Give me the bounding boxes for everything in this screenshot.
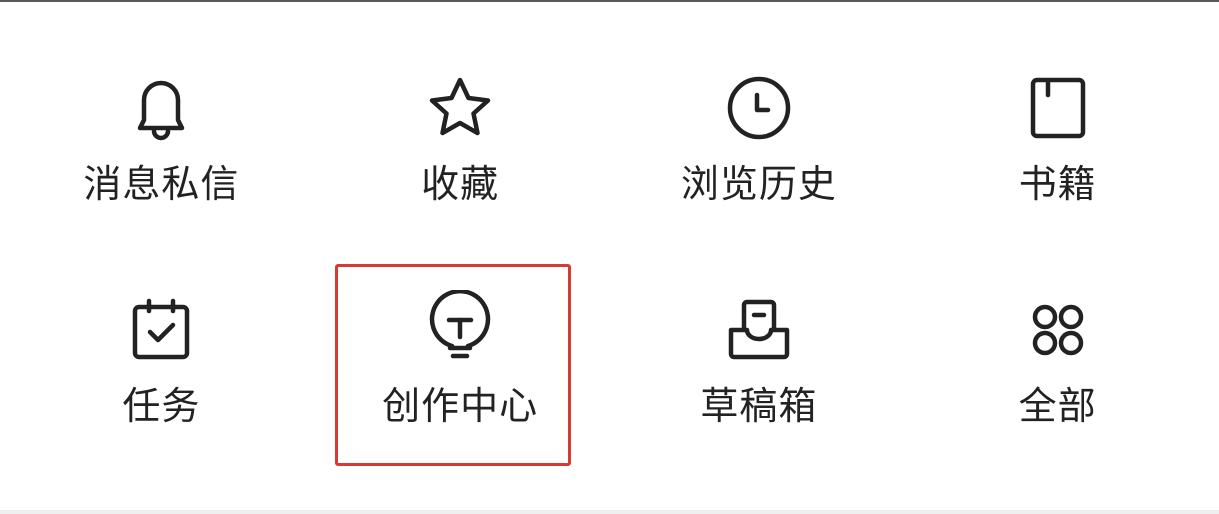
book-icon xyxy=(1018,68,1098,148)
menu-item-label: 书籍 xyxy=(1018,162,1097,206)
menu-item-label: 草稿箱 xyxy=(700,384,818,428)
menu-item-all[interactable]: 全部 xyxy=(908,262,1207,484)
menu-item-label: 浏览历史 xyxy=(680,162,837,206)
menu-item-creator-center[interactable]: 创作中心 xyxy=(311,262,610,484)
menu-item-books[interactable]: 书籍 xyxy=(908,40,1207,262)
menu-item-favorites[interactable]: 收藏 xyxy=(311,40,610,262)
menu-item-messages[interactable]: 消息私信 xyxy=(12,40,311,262)
top-divider xyxy=(0,0,1219,2)
menu-grid: 消息私信 收藏 浏览历史 书籍 任务 创作中心 草稿箱 全部 xyxy=(12,40,1207,484)
menu-item-label: 全部 xyxy=(1018,384,1097,428)
bottom-divider xyxy=(0,510,1219,514)
grid-circles-icon xyxy=(1018,290,1098,370)
menu-item-label: 收藏 xyxy=(421,162,500,206)
menu-item-label: 创作中心 xyxy=(382,384,539,428)
menu-item-label: 消息私信 xyxy=(83,162,240,206)
inbox-icon xyxy=(719,290,799,370)
menu-panel: 消息私信 收藏 浏览历史 书籍 任务 创作中心 草稿箱 全部 xyxy=(0,0,1219,514)
menu-item-tasks[interactable]: 任务 xyxy=(12,262,311,484)
menu-item-drafts[interactable]: 草稿箱 xyxy=(610,262,909,484)
menu-item-history[interactable]: 浏览历史 xyxy=(610,40,909,262)
calendar-check-icon xyxy=(121,290,201,370)
lightbulb-icon xyxy=(420,290,500,370)
clock-icon xyxy=(719,68,799,148)
menu-item-label: 任务 xyxy=(122,384,201,428)
star-icon xyxy=(420,68,500,148)
bell-icon xyxy=(121,68,201,148)
